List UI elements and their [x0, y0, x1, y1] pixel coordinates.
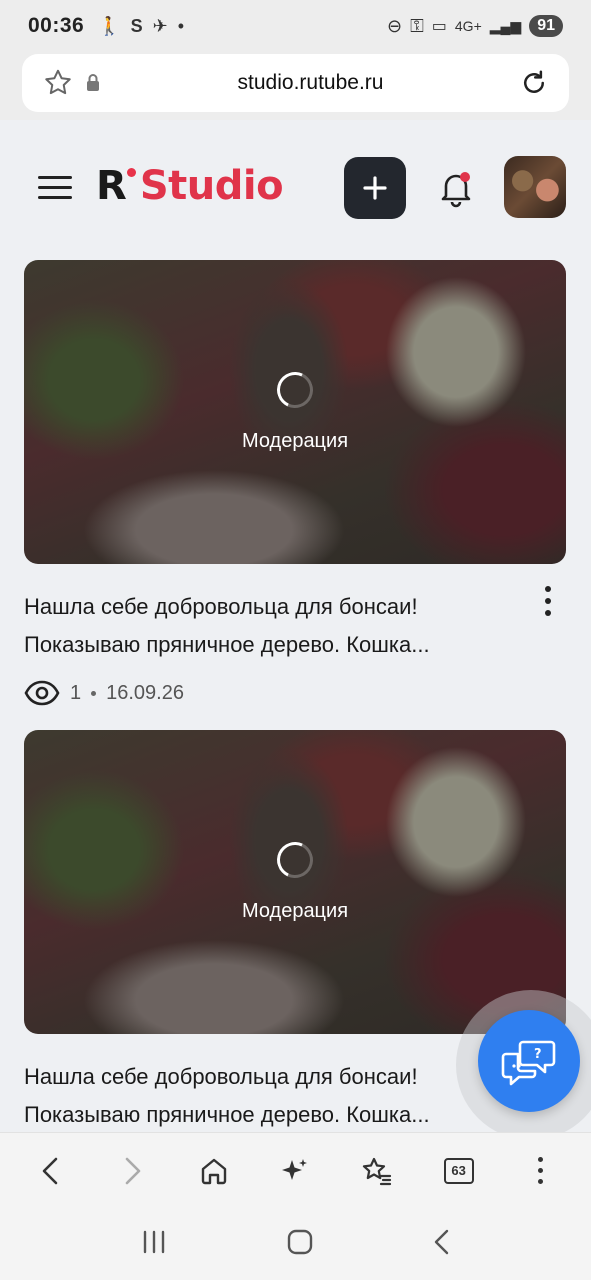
logo-text: Studio [139, 163, 284, 209]
video-title[interactable]: Нашла себе добровольца для бонсаи! Показ… [24, 588, 494, 664]
reload-icon[interactable] [519, 68, 549, 98]
browser-bottom-bar: 63 [0, 1132, 591, 1208]
status-system-icons: ⊖ ⚿ ▭ 4G+ ▂▄▆ 91 [387, 15, 563, 37]
loading-spinner-icon [271, 836, 319, 884]
logo-letter: R [96, 163, 127, 209]
rstudio-logo[interactable]: R Studio [96, 163, 284, 209]
video-title[interactable]: Нашла себе добровольца для бонсаи! Показ… [24, 1058, 494, 1134]
walk-icon: 🚶 [98, 15, 121, 36]
video-thumbnail[interactable]: Модерация [24, 730, 566, 1034]
forward-arrow-icon[interactable] [107, 1146, 157, 1196]
address-bar[interactable]: studio.rutube.ru [22, 54, 569, 112]
dnd-icon: ⊖ [386, 15, 403, 36]
browser-toolbar: studio.rutube.ru [0, 52, 591, 120]
bookmark-star-icon[interactable] [42, 67, 74, 99]
status-time: 00:36 [28, 14, 85, 37]
chat-question-icon: ? [501, 1040, 556, 1086]
telegram-icon: ✈ [152, 15, 168, 36]
battery-level: 91 [529, 15, 563, 37]
tabs-button[interactable]: 63 [434, 1146, 484, 1196]
recent-apps-icon[interactable] [139, 1229, 169, 1260]
system-nav-bar [0, 1208, 591, 1280]
video-card[interactable]: Модерация Нашла себе добровольца для бон… [24, 260, 566, 706]
bed-icon: ▭ [431, 18, 447, 35]
avatar[interactable] [504, 156, 566, 218]
key-icon: ⚿ [410, 15, 424, 36]
menu-icon[interactable] [38, 176, 72, 200]
status-notification-icons: 🚶 S ✈ • [98, 16, 184, 37]
s-app-icon: S [130, 15, 143, 36]
separator-dot [91, 690, 97, 696]
tabs-count: 63 [443, 1157, 474, 1184]
moderation-status: Модерация [241, 900, 349, 922]
eye-icon [24, 680, 60, 706]
back-nav-icon[interactable] [432, 1228, 452, 1261]
view-count: 1 [70, 681, 82, 704]
network-type: 4G+ [454, 18, 482, 34]
app-header: R Studio [0, 120, 591, 250]
publish-date: 16.09.26 [106, 681, 184, 704]
url-text[interactable]: studio.rutube.ru [102, 71, 519, 95]
bookmarks-icon[interactable] [352, 1146, 402, 1196]
status-bar: 00:36 🚶 S ✈ • ⊖ ⚿ ▭ 4G+ ▂▄▆ 91 [0, 0, 591, 52]
svg-text:?: ? [534, 1047, 542, 1062]
logo-dot [126, 168, 136, 177]
browser-menu-icon[interactable] [515, 1146, 565, 1196]
lock-icon [84, 73, 102, 93]
home-icon[interactable] [189, 1146, 239, 1196]
support-chat-button[interactable]: ? [478, 1010, 580, 1112]
video-thumbnail[interactable]: Модерация [24, 260, 566, 564]
notifications-bell-icon[interactable] [434, 166, 478, 210]
ai-sparkle-icon[interactable] [270, 1146, 320, 1196]
plus-icon [363, 176, 387, 200]
moderation-status: Модерация [241, 430, 349, 452]
home-nav-icon[interactable] [286, 1228, 314, 1261]
more-options-icon[interactable] [544, 586, 552, 616]
more-dot-icon: • [177, 15, 185, 36]
loading-spinner-icon [271, 366, 319, 414]
upload-video-button[interactable] [344, 157, 406, 219]
back-arrow-icon[interactable] [26, 1146, 76, 1196]
video-meta: 1 16.09.26 [24, 680, 566, 706]
signal-icon: ▂▄▆ [489, 17, 522, 34]
